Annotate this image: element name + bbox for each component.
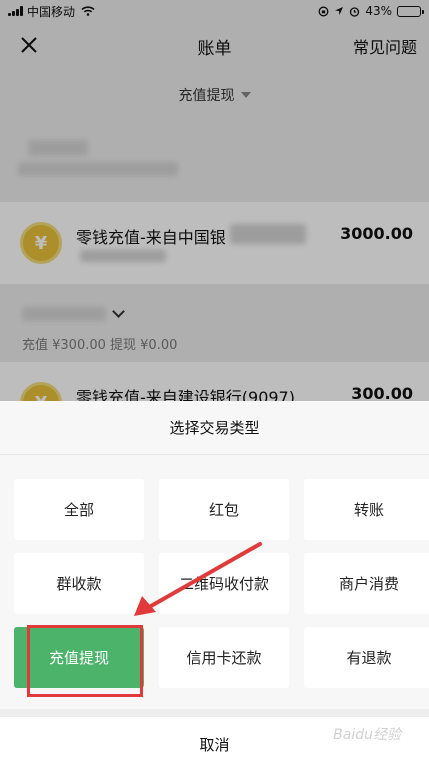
option-transfer[interactable]: 转账 — [304, 479, 429, 540]
watermark-logo: Baidu经验 — [333, 727, 401, 743]
option-all[interactable]: 全部 — [14, 479, 144, 540]
option-group-collect[interactable]: 群收款 — [14, 553, 144, 614]
option-red-packet[interactable]: 红包 — [159, 479, 289, 540]
annotation-arrow-icon — [134, 542, 262, 616]
option-topup-withdraw[interactable]: 充值提现 — [14, 625, 144, 697]
option-refund[interactable]: 有退款 — [304, 627, 429, 688]
divider — [0, 709, 429, 717]
option-credit-card[interactable]: 信用卡还款 — [159, 627, 289, 688]
option-merchant[interactable]: 商户消费 — [304, 553, 429, 614]
sheet-title: 选择交易类型 — [0, 401, 429, 455]
